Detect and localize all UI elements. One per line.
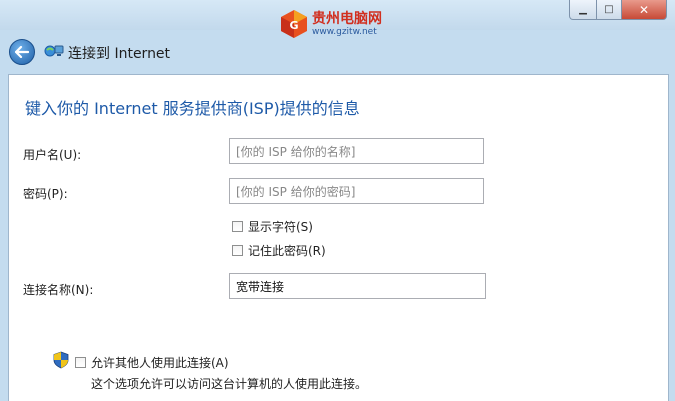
uac-shield-icon <box>53 351 69 369</box>
close-button[interactable]: ✕ <box>622 0 667 20</box>
nav-bar: 连接到 Internet <box>0 30 675 74</box>
remember-password-checkbox[interactable]: 记住此密码(R) <box>232 242 326 259</box>
username-label: 用户名(U): <box>23 148 82 162</box>
checkbox-box[interactable] <box>75 357 86 368</box>
minimize-icon: ▁ <box>579 4 587 15</box>
network-connection-icon <box>44 45 64 57</box>
watermark-title: 贵州电脑网 <box>312 10 382 27</box>
allow-others-label: 允许其他人使用此连接(A) <box>91 356 229 370</box>
show-chars-checkbox[interactable]: 显示字符(S) <box>232 218 313 235</box>
password-label: 密码(P): <box>23 187 68 201</box>
dialog-window: G 贵州电脑网 www.gzitw.net ▁ □ ✕ 连接到 Internet… <box>0 0 675 401</box>
password-input[interactable]: [你的 ISP 给你的密码] <box>229 178 484 204</box>
window-controls: ▁ □ ✕ <box>569 0 667 20</box>
title-bar: G 贵州电脑网 www.gzitw.net ▁ □ ✕ <box>0 0 675 38</box>
page-title: 连接到 Internet <box>68 46 171 62</box>
username-input[interactable]: [你的 ISP 给你的名称] <box>229 138 484 164</box>
remember-password-label: 记住此密码(R) <box>248 244 326 258</box>
content-panel: 键入你的 Internet 服务提供商(ISP)提供的信息 用户名(U): [你… <box>8 74 669 401</box>
connection-name-label: 连接名称(N): <box>23 283 94 297</box>
maximize-icon: □ <box>604 4 614 15</box>
connection-name-input[interactable]: 宽带连接 <box>229 273 486 299</box>
checkbox-box[interactable] <box>232 245 243 256</box>
show-chars-label: 显示字符(S) <box>248 220 313 234</box>
form-heading: 键入你的 Internet 服务提供商(ISP)提供的信息 <box>25 99 360 118</box>
allow-others-checkbox[interactable]: 允许其他人使用此连接(A) <box>75 354 229 371</box>
allow-others-description: 这个选项允许可以访问这台计算机的人使用此连接。 <box>91 377 368 391</box>
close-icon: ✕ <box>638 2 650 17</box>
minimize-button[interactable]: ▁ <box>569 0 597 20</box>
back-button[interactable] <box>9 39 35 65</box>
maximize-button[interactable]: □ <box>597 0 622 20</box>
back-arrow-icon <box>15 46 29 58</box>
checkbox-box[interactable] <box>232 221 243 232</box>
